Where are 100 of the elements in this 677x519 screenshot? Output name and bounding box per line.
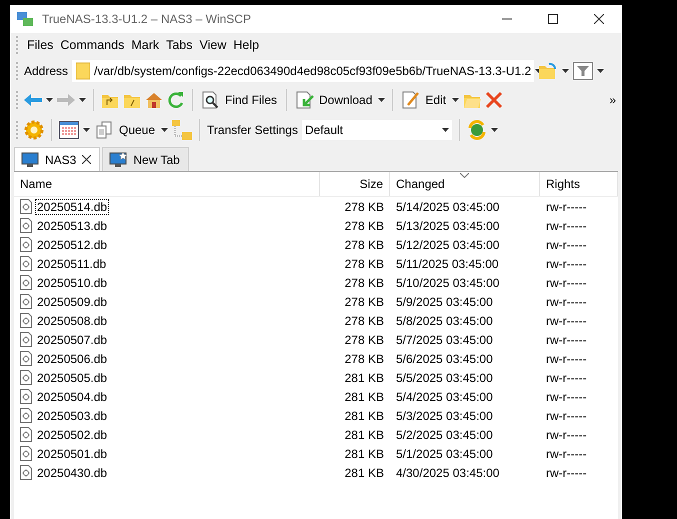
table-cell-text: 5/8/2025 03:45:00 [395,314,494,328]
table-cell-text: 281 KB [344,408,385,422]
table-cell-text: 5/13/2025 03:45:00 [395,218,500,232]
delete-icon[interactable] [485,91,504,109]
table-cell-text: rw-r----- [545,218,588,232]
caret-icon[interactable] [452,98,460,102]
table-cell-text: 281 KB [344,466,385,480]
table-cell-text: rw-r----- [545,200,588,214]
file-icon [20,465,32,480]
file-name[interactable]: 20250510.db [35,274,110,290]
file-icon [20,427,32,442]
table-cell-text: 281 KB [344,428,385,442]
edit-button[interactable]: Edit [400,89,448,111]
file-name[interactable]: 20250501.db [35,446,110,462]
file-name[interactable]: 20250506.db [35,350,110,366]
table-cell-text: rw-r----- [545,332,588,346]
caret-icon[interactable] [161,128,168,132]
column-header[interactable]: Size [320,172,390,196]
file-name[interactable]: 20250505.db [35,370,110,386]
overflow-chevron[interactable]: » [609,93,616,107]
table-cell-text: 278 KB [344,238,385,252]
tab[interactable]: NAS3 [14,147,100,171]
menu-item[interactable]: View [200,36,226,54]
queue-button[interactable]: Queue [94,119,158,141]
table-cell-text: rw-r----- [545,276,588,290]
file-icon [20,389,32,404]
table-cell-text: rw-r----- [545,238,588,252]
file-name[interactable]: 20250513.db [35,218,110,234]
menu-item[interactable]: Commands [60,36,124,54]
app-icon [16,10,34,28]
file-name[interactable]: 20250507.db [35,332,110,348]
file-icon [20,408,32,423]
table-cell-text: 5/2/2025 03:45:00 [395,428,494,442]
table-cell-text: 5/7/2025 03:45:00 [395,332,494,346]
table-cell-text: rw-r----- [545,390,588,404]
table-cell-text: rw-r----- [545,314,588,328]
computer-star-icon [109,152,128,168]
table-cell-text: 278 KB [344,276,385,290]
table-cell-text: rw-r----- [545,370,588,384]
menu-item[interactable]: Files [27,36,54,54]
table-cell-text: 278 KB [344,200,385,214]
file-icon [20,332,32,347]
home-icon[interactable] [145,91,163,109]
file-name[interactable]: 20250504.db [35,388,110,404]
table-cell-text: rw-r----- [545,352,588,366]
file-icon [20,256,32,271]
table-cell-text: 5/10/2025 03:45:00 [395,276,500,290]
table-cell-text: 281 KB [344,390,385,404]
folder-icon [76,62,90,80]
file-name[interactable]: 20250514.db [35,198,110,214]
table-cell-text: 5/5/2025 03:45:00 [395,370,494,384]
close-icon[interactable] [594,14,604,24]
menu-item[interactable]: Mark [131,36,160,54]
find-files-button[interactable]: Find Files [200,89,280,111]
table-cell-text: 278 KB [344,218,385,232]
menu-item[interactable]: Tabs [166,36,193,54]
table-cell-text: rw-r----- [545,294,588,308]
file-name[interactable]: 20250430.db [35,464,110,480]
file-name[interactable]: 20250509.db [35,294,110,310]
transfer-settings-dropdown[interactable]: Default [302,120,452,140]
table-cell-text: 278 KB [344,352,385,366]
caret-icon[interactable] [83,128,90,132]
file-name[interactable]: 20250508.db [35,312,110,328]
column-header[interactable]: Changed [390,172,540,196]
file-name[interactable]: 20250503.db [35,408,110,424]
file-icon [20,313,32,328]
table-cell-text: 5/3/2025 03:45:00 [395,408,494,422]
caret-icon[interactable] [46,98,53,102]
caret-icon[interactable] [597,69,604,73]
caret-icon[interactable] [79,98,86,102]
table-cell-text: 278 KB [344,314,385,328]
download-icon [296,91,314,109]
table-cell-text: 281 KB [344,446,385,460]
file-name[interactable]: 20250502.db [35,426,110,442]
file-name[interactable]: 20250512.db [35,236,110,252]
file-icon [20,446,32,461]
table-cell-text: 5/9/2025 03:45:00 [395,294,494,308]
table-cell-text: 5/1/2025 03:45:00 [395,446,494,460]
tab[interactable]: New Tab [102,147,189,171]
caret-icon[interactable] [378,98,386,102]
table-cell-text: 5/12/2025 03:45:00 [395,238,500,252]
table-cell-text: 4/30/2025 03:45:00 [395,466,500,480]
column-header[interactable]: Name [14,172,320,196]
caret-icon[interactable] [490,128,498,132]
transfer-settings-label: Transfer Settings [207,123,298,137]
maximize-icon[interactable] [548,14,558,24]
table-cell-text: 281 KB [344,370,385,384]
table-icon[interactable] [59,121,79,139]
table-cell-text: rw-r----- [545,428,588,442]
file-name[interactable]: 20250511.db [35,256,108,272]
close-tab-icon[interactable] [82,155,92,164]
file-icon [20,237,32,252]
download-button[interactable]: Download [294,89,374,111]
menu-item[interactable]: Help [233,36,260,54]
search-icon [202,91,220,109]
table-cell-text: rw-r----- [545,446,588,460]
documents-icon [96,121,114,139]
edit-icon [402,91,420,109]
column-header[interactable]: Rights [540,172,618,196]
caret-icon[interactable] [562,69,570,73]
